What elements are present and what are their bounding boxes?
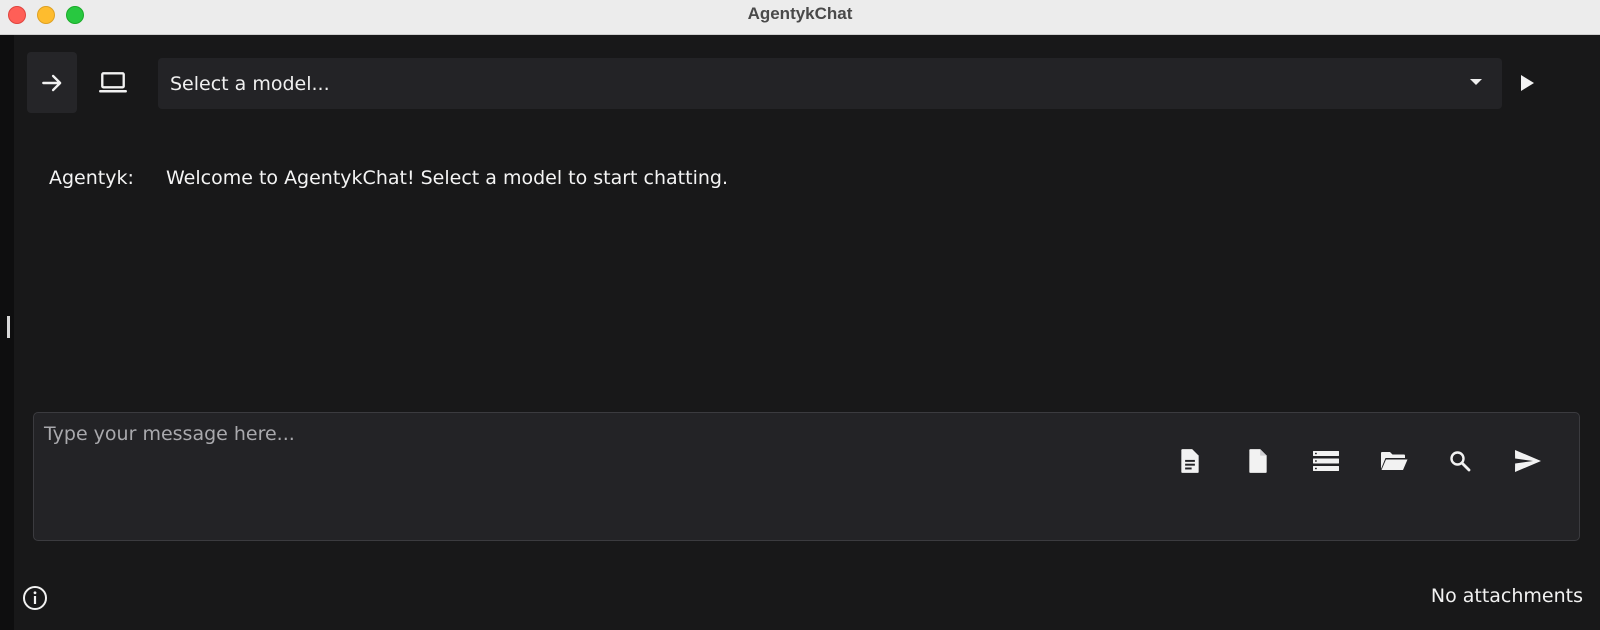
folder-open-icon — [1381, 452, 1408, 470]
chevron-down-icon — [1470, 79, 1482, 85]
model-select-placeholder: Select a model... — [170, 72, 330, 95]
toggle-sidebar-button[interactable] — [27, 52, 77, 113]
attach-file-button[interactable] — [1236, 439, 1280, 483]
search-icon — [1450, 451, 1471, 472]
message-input[interactable] — [34, 413, 1134, 540]
title-bar: AgentykChat — [0, 0, 1600, 35]
search-button[interactable] — [1438, 439, 1482, 483]
attach-document-button[interactable] — [1168, 439, 1212, 483]
attach-list-button[interactable] — [1304, 439, 1348, 483]
file-icon — [1249, 449, 1267, 473]
message-sender: Agentyk: — [49, 167, 134, 189]
open-folder-button[interactable] — [1372, 439, 1416, 483]
message-composer — [33, 412, 1580, 541]
info-icon — [23, 586, 47, 610]
computer-mode-button[interactable] — [88, 52, 138, 113]
document-icon — [1181, 449, 1199, 473]
app-window: AgentykChat Select a model... Agentyk: W… — [0, 0, 1600, 630]
list-icon — [1313, 451, 1339, 471]
play-icon — [1521, 74, 1534, 91]
arrow-right-icon — [42, 74, 62, 91]
send-button[interactable] — [1506, 439, 1550, 483]
message-text: Welcome to AgentykChat! Select a model t… — [166, 167, 729, 189]
info-button[interactable] — [22, 585, 48, 611]
sidebar-resize-handle[interactable] — [7, 316, 10, 338]
laptop-icon — [99, 71, 127, 93]
attachments-status: No attachments — [1430, 585, 1583, 607]
model-select[interactable]: Select a model... — [158, 58, 1502, 109]
run-button[interactable] — [1497, 52, 1557, 113]
send-icon — [1515, 450, 1541, 472]
window-title: AgentykChat — [747, 4, 853, 23]
